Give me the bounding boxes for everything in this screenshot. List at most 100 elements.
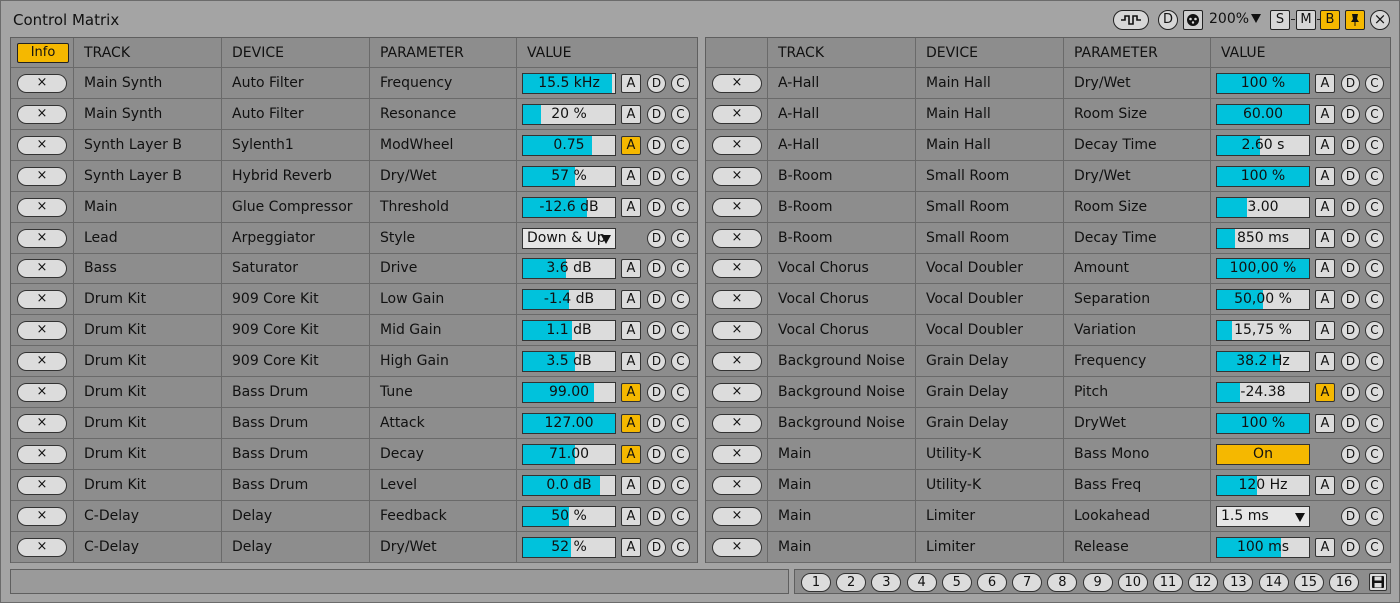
value-slider[interactable]: 15.5 kHz [522, 73, 616, 94]
row-track[interactable]: Synth Layer B [74, 129, 222, 161]
automation-button[interactable]: A [1315, 166, 1335, 186]
row-track[interactable]: Background Noise [768, 377, 916, 408]
row-device[interactable]: Bass Drum [222, 438, 370, 470]
row-param[interactable]: Frequency [1064, 346, 1211, 378]
value-slider[interactable]: 71.00 [522, 443, 616, 465]
row-device[interactable]: Grain Delay [916, 346, 1064, 378]
automation-button[interactable]: A [1315, 352, 1335, 372]
default-button[interactable]: D [647, 413, 666, 433]
clear-button[interactable]: C [1365, 475, 1384, 495]
clear-button[interactable]: C [671, 104, 690, 124]
clear-button[interactable]: C [1365, 228, 1384, 248]
value-slider[interactable]: 100 % [1216, 412, 1310, 434]
default-button[interactable]: D [1341, 228, 1360, 248]
row-param[interactable]: Resonance [370, 98, 517, 130]
pin-button[interactable] [1345, 10, 1365, 30]
remove-row-button[interactable]: × [17, 475, 67, 495]
row-track[interactable]: Drum Kit [74, 438, 222, 470]
remove-row-button[interactable]: × [17, 321, 67, 341]
value-slider[interactable]: 3.6 dB [522, 258, 616, 280]
default-button[interactable]: D [1341, 506, 1360, 526]
close-icon[interactable]: × [1370, 10, 1390, 30]
clear-button[interactable]: C [1365, 321, 1384, 341]
automation-button[interactable]: A [621, 444, 641, 464]
clear-button[interactable]: C [671, 135, 690, 155]
page-button-10[interactable]: 10 [1117, 573, 1148, 592]
row-device[interactable]: Auto Filter [222, 68, 370, 99]
remove-row-button[interactable]: × [712, 104, 762, 124]
row-track[interactable]: C-Delay [74, 531, 222, 563]
row-track[interactable]: Drum Kit [74, 346, 222, 378]
page-button-14[interactable]: 14 [1258, 573, 1289, 592]
row-param[interactable]: Dry/Wet [370, 531, 517, 563]
automation-button[interactable]: A [621, 259, 641, 279]
clear-button[interactable]: C [671, 197, 690, 217]
remove-row-button[interactable]: × [17, 135, 67, 155]
clear-button[interactable]: C [1365, 259, 1384, 279]
clear-button[interactable]: C [671, 321, 690, 341]
automation-button[interactable]: A [621, 104, 641, 124]
remove-row-button[interactable]: × [712, 290, 762, 310]
row-track[interactable]: Drum Kit [74, 407, 222, 439]
row-param[interactable]: Lookahead [1064, 500, 1211, 532]
automation-button[interactable]: A [621, 475, 641, 495]
clear-button[interactable]: C [1365, 135, 1384, 155]
default-button[interactable]: D [647, 290, 666, 310]
value-slider[interactable]: 1.1 dB [522, 320, 616, 342]
clear-button[interactable]: C [671, 166, 690, 186]
row-param[interactable]: Room Size [1064, 98, 1211, 130]
clear-button[interactable]: C [671, 259, 690, 279]
default-button[interactable]: D [647, 475, 666, 495]
automation-button[interactable]: A [1315, 228, 1335, 248]
default-button[interactable]: D [1341, 352, 1360, 372]
zoom-level[interactable]: 200% [1209, 11, 1249, 27]
value-dropdown[interactable]: Down & Up [522, 227, 616, 249]
remove-row-button[interactable]: × [17, 74, 67, 93]
remove-row-button[interactable]: × [712, 74, 762, 93]
page-button-12[interactable]: 12 [1188, 573, 1219, 592]
row-device[interactable]: Vocal Doubler [916, 253, 1064, 285]
row-param[interactable]: Feedback [370, 500, 517, 532]
value-slider[interactable]: 52 % [522, 536, 616, 558]
default-button[interactable]: D [1341, 290, 1360, 310]
controller-button[interactable] [1183, 10, 1203, 30]
row-device[interactable]: Grain Delay [916, 377, 1064, 408]
row-param[interactable]: Bass Mono [1064, 438, 1211, 470]
mute-button[interactable]: M [1296, 10, 1316, 30]
row-device[interactable]: Bass Drum [222, 407, 370, 439]
default-button[interactable]: D [647, 166, 666, 186]
row-device[interactable]: Small Room [916, 160, 1064, 192]
save-button[interactable] [1369, 573, 1387, 591]
remove-row-button[interactable]: × [712, 166, 762, 186]
row-track[interactable]: Main [768, 500, 916, 532]
value-dropdown[interactable]: 1.5 ms [1216, 505, 1310, 527]
page-button-7[interactable]: 7 [1012, 573, 1043, 592]
page-button-16[interactable]: 16 [1329, 573, 1359, 592]
value-slider[interactable]: 15,75 % [1216, 320, 1310, 342]
automation-button[interactable]: A [1315, 290, 1335, 310]
remove-row-button[interactable]: × [712, 444, 762, 464]
row-track[interactable]: Background Noise [768, 346, 916, 378]
row-device[interactable]: Small Room [916, 191, 1064, 223]
value-slider[interactable]: 100,00 % [1216, 258, 1310, 280]
remove-row-button[interactable]: × [17, 197, 67, 217]
value-toggle[interactable]: On [1216, 443, 1310, 465]
automation-button[interactable]: A [1315, 537, 1335, 557]
clear-button[interactable]: C [671, 74, 690, 93]
row-track[interactable]: Main [768, 438, 916, 470]
clear-button[interactable]: C [1365, 383, 1384, 402]
row-device[interactable]: Main Hall [916, 68, 1064, 99]
row-track[interactable]: A-Hall [768, 68, 916, 99]
row-param[interactable]: DryWet [1064, 407, 1211, 439]
row-param[interactable]: Level [370, 469, 517, 501]
row-track[interactable]: Background Noise [768, 407, 916, 439]
row-device[interactable]: Limiter [916, 531, 1064, 563]
row-device[interactable]: Utility-K [916, 438, 1064, 470]
remove-row-button[interactable]: × [17, 290, 67, 310]
clear-button[interactable]: C [671, 506, 690, 526]
default-button[interactable]: D [647, 321, 666, 341]
value-slider[interactable]: 3.00 [1216, 196, 1310, 218]
value-slider[interactable]: 850 ms [1216, 227, 1310, 249]
row-param[interactable]: Dry/Wet [1064, 160, 1211, 192]
value-slider[interactable]: -1.4 dB [522, 289, 616, 311]
